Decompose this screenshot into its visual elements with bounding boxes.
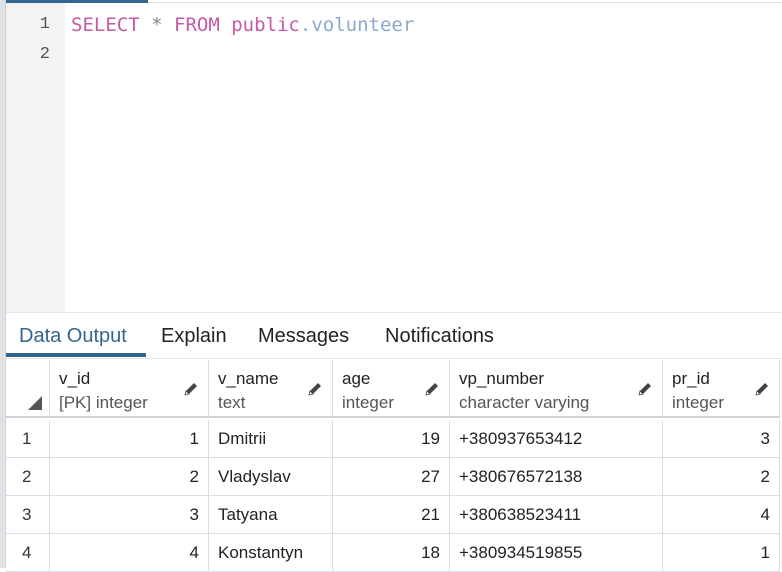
cell-vp_number[interactable]: +380638523411 xyxy=(450,496,663,534)
active-tab-underline xyxy=(6,353,146,357)
cell-pr_id[interactable]: 2 xyxy=(663,458,780,496)
row-number[interactable]: 3 xyxy=(6,496,50,534)
column-name: pr_id xyxy=(672,369,710,388)
cell-vp_number[interactable]: +380934519855 xyxy=(450,534,663,572)
cell-vp_number[interactable]: +380676572138 xyxy=(450,458,663,496)
cell-pr_id[interactable]: 3 xyxy=(663,420,780,458)
column-type: text xyxy=(218,393,246,412)
pencil-icon[interactable] xyxy=(306,380,324,398)
pencil-icon[interactable] xyxy=(182,380,200,398)
cell-v_id[interactable]: 2 xyxy=(50,458,209,496)
pencil-icon[interactable] xyxy=(753,380,771,398)
column-type: integer xyxy=(342,393,394,412)
cell-v_name[interactable]: Vladyslav xyxy=(209,458,333,496)
tab-notifications[interactable]: Notifications xyxy=(385,325,494,348)
data-grid: v_id [PK] integer v_name text age intege… xyxy=(6,360,782,572)
sql-star: * xyxy=(151,14,163,36)
column-type: [PK] integer xyxy=(59,393,148,412)
column-header-v_id[interactable]: v_id [PK] integer xyxy=(50,360,209,418)
cell-age[interactable]: 21 xyxy=(333,496,450,534)
cell-pr_id[interactable]: 4 xyxy=(663,496,780,534)
cell-v_id[interactable]: 3 xyxy=(50,496,209,534)
cell-pr_id[interactable]: 1 xyxy=(663,534,780,572)
cell-v_id[interactable]: 1 xyxy=(50,420,209,458)
cell-v_name[interactable]: Dmitrii xyxy=(209,420,333,458)
select-all-cell[interactable] xyxy=(6,360,50,418)
row-number[interactable]: 1 xyxy=(6,420,50,458)
cell-v_name[interactable]: Konstantyn xyxy=(209,534,333,572)
cell-age[interactable]: 18 xyxy=(333,534,450,572)
query-editor[interactable]: 1 2 SELECT * FROM public.volunteer xyxy=(6,3,782,312)
row-number[interactable]: 4 xyxy=(6,534,50,572)
column-type: character varying xyxy=(459,393,590,412)
sql-table: volunteer xyxy=(311,14,415,36)
line-number: 2 xyxy=(39,45,50,64)
cell-v_name[interactable]: Tatyana xyxy=(209,496,333,534)
cell-age[interactable]: 19 xyxy=(333,420,450,458)
column-header-pr_id[interactable]: pr_id integer xyxy=(663,360,780,418)
cell-v_id[interactable]: 4 xyxy=(50,534,209,572)
tabbar-divider xyxy=(6,358,782,359)
tab-explain[interactable]: Explain xyxy=(161,325,227,348)
pencil-icon[interactable] xyxy=(423,380,441,398)
line-number-gutter: 1 2 xyxy=(6,3,65,312)
sql-keyword-from: FROM xyxy=(174,14,220,36)
column-name: vp_number xyxy=(459,369,545,388)
sql-keyword-select: SELECT xyxy=(71,14,140,36)
tab-messages[interactable]: Messages xyxy=(258,325,349,348)
sql-line-1[interactable]: SELECT * FROM public.volunteer xyxy=(71,14,414,36)
sql-dot: . xyxy=(299,14,312,36)
cell-age[interactable]: 27 xyxy=(333,458,450,496)
line-number: 1 xyxy=(39,15,50,34)
column-name: v_name xyxy=(218,369,279,388)
tab-data-output[interactable]: Data Output xyxy=(19,325,127,348)
column-type: integer xyxy=(672,393,724,412)
column-name: v_id xyxy=(59,369,91,388)
output-tabbar: Data Output Explain Messages Notificatio… xyxy=(6,312,782,359)
column-header-vp_number[interactable]: vp_number character varying xyxy=(450,360,663,418)
column-header-v_name[interactable]: v_name text xyxy=(209,360,333,418)
column-header-age[interactable]: age integer xyxy=(333,360,450,418)
cell-vp_number[interactable]: +380937653412 xyxy=(450,420,663,458)
sql-schema: public xyxy=(231,14,300,36)
pencil-icon[interactable] xyxy=(636,380,654,398)
row-number[interactable]: 2 xyxy=(6,458,50,496)
select-all-triangle-icon xyxy=(28,396,42,410)
column-name: age xyxy=(342,369,371,388)
